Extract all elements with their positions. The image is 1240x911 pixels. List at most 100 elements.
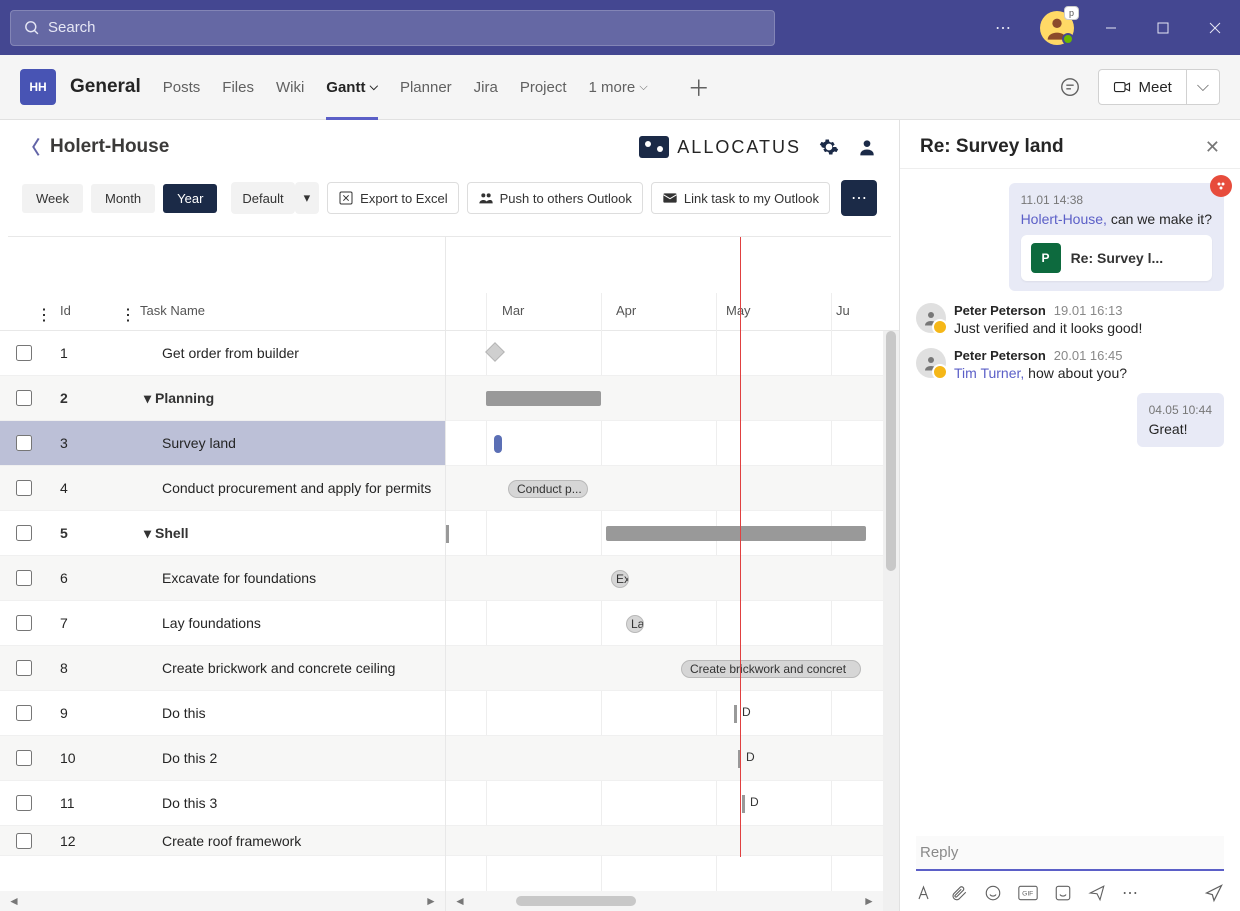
row-checkbox[interactable] bbox=[16, 480, 32, 496]
settings-button[interactable] bbox=[819, 137, 839, 157]
task-card[interactable]: P Re: Survey l... bbox=[1021, 235, 1212, 281]
export-excel-button[interactable]: Export to Excel bbox=[327, 182, 458, 214]
meet-button[interactable]: Meet bbox=[1099, 70, 1186, 104]
chat-message-self[interactable]: 04.05 10:44 Great! bbox=[1137, 393, 1224, 447]
format-icon[interactable] bbox=[916, 884, 934, 902]
column-id-header[interactable]: Id bbox=[48, 303, 128, 318]
table-row[interactable]: 6Excavate for foundations bbox=[0, 556, 445, 601]
chat-message[interactable]: Peter Peterson20.01 16:45 Tim Turner, ho… bbox=[916, 348, 1224, 381]
timeline-row[interactable]: La bbox=[446, 601, 899, 646]
column-menu-id[interactable]: ⋮ bbox=[120, 305, 136, 325]
table-row[interactable]: 12Create roof framework bbox=[0, 826, 445, 856]
chat-message[interactable]: Peter Peterson19.01 16:13 Just verified … bbox=[916, 303, 1224, 336]
summary-bar[interactable] bbox=[486, 391, 601, 406]
task-bar[interactable]: Ex bbox=[611, 570, 629, 588]
toolbar-more-button[interactable]: ⋯ bbox=[841, 180, 877, 216]
tab-planner[interactable]: Planner bbox=[400, 55, 452, 119]
user-avatar[interactable]: p bbox=[1040, 11, 1074, 45]
tab-gantt[interactable]: Gantt ⌵ bbox=[326, 55, 378, 119]
scroll-left-icon[interactable]: ◄ bbox=[452, 893, 468, 909]
compose-more-icon[interactable]: ⋯ bbox=[1122, 883, 1138, 903]
task-bar[interactable]: Create brickwork and concret bbox=[681, 660, 861, 678]
timeline-row[interactable] bbox=[446, 826, 899, 856]
timeline-vscroll[interactable] bbox=[883, 331, 899, 911]
search-input[interactable] bbox=[48, 19, 762, 36]
timeline-row[interactable]: D bbox=[446, 781, 899, 826]
table-row[interactable]: 5▾Shell bbox=[0, 511, 445, 556]
timeline-row[interactable] bbox=[446, 511, 899, 556]
view-year-button[interactable]: Year bbox=[163, 184, 217, 213]
row-checkbox[interactable] bbox=[16, 435, 32, 451]
timeline-row[interactable]: Ex bbox=[446, 556, 899, 601]
row-checkbox[interactable] bbox=[16, 750, 32, 766]
back-button[interactable]: 〈 bbox=[22, 134, 40, 160]
tab-project[interactable]: Project bbox=[520, 55, 567, 119]
zoom-dropdown[interactable]: ▾ bbox=[295, 182, 320, 214]
add-tab-button[interactable]: ＋ bbox=[688, 71, 710, 103]
row-checkbox[interactable] bbox=[16, 795, 32, 811]
send-button[interactable] bbox=[1204, 883, 1224, 903]
row-checkbox[interactable] bbox=[16, 570, 32, 586]
scroll-right-icon[interactable]: ► bbox=[861, 893, 877, 909]
column-task-header[interactable]: Task Name bbox=[128, 303, 445, 318]
table-row[interactable]: 8Create brickwork and concrete ceiling bbox=[0, 646, 445, 691]
row-checkbox[interactable] bbox=[16, 833, 32, 849]
gif-icon[interactable]: GIF bbox=[1018, 885, 1038, 901]
message-avatar[interactable] bbox=[916, 303, 946, 333]
table-row[interactable]: 11Do this 3 bbox=[0, 781, 445, 826]
view-week-button[interactable]: Week bbox=[22, 184, 83, 213]
tab-posts[interactable]: Posts bbox=[163, 55, 201, 119]
collapse-icon[interactable]: ▾ bbox=[144, 390, 151, 407]
schedule-icon[interactable] bbox=[1088, 884, 1106, 902]
scroll-right-icon[interactable]: ► bbox=[423, 893, 439, 909]
row-checkbox[interactable] bbox=[16, 390, 32, 406]
close-conversation-button[interactable]: ✕ bbox=[1205, 137, 1220, 158]
emoji-icon[interactable] bbox=[984, 884, 1002, 902]
reply-input[interactable] bbox=[916, 836, 1224, 871]
timeline-hscroll[interactable]: ◄ ► bbox=[446, 891, 883, 911]
link-outlook-button[interactable]: Link task to my Outlook bbox=[651, 182, 830, 214]
team-avatar[interactable]: HH bbox=[20, 69, 56, 105]
gantt-timeline[interactable]: Mar Apr May Ju Conduct p... Ex La Create… bbox=[446, 237, 899, 911]
scroll-left-icon[interactable]: ◄ bbox=[6, 893, 22, 909]
timeline-row[interactable] bbox=[446, 331, 899, 376]
task-bar[interactable]: Conduct p... bbox=[508, 480, 588, 498]
more-icon[interactable]: ⋯ bbox=[988, 13, 1018, 43]
row-checkbox[interactable] bbox=[16, 660, 32, 676]
collapse-icon[interactable]: ▾ bbox=[144, 525, 151, 542]
maximize-button[interactable] bbox=[1148, 13, 1178, 43]
channel-mention[interactable]: Holert-House, bbox=[1021, 211, 1107, 227]
timeline-row[interactable]: Create brickwork and concret bbox=[446, 646, 899, 691]
table-row[interactable]: 2▾Planning bbox=[0, 376, 445, 421]
view-month-button[interactable]: Month bbox=[91, 184, 155, 213]
teams-reaction-icon[interactable] bbox=[1210, 175, 1232, 197]
minimize-button[interactable] bbox=[1096, 13, 1126, 43]
close-button[interactable] bbox=[1200, 13, 1230, 43]
table-hscroll[interactable]: ◄ ► bbox=[0, 891, 445, 911]
message-avatar[interactable] bbox=[916, 348, 946, 378]
table-row[interactable]: 9Do this bbox=[0, 691, 445, 736]
tab-more[interactable]: 1 more ⌵ bbox=[589, 55, 648, 119]
column-menu-checkbox[interactable]: ⋮ bbox=[36, 305, 52, 325]
timeline-row[interactable]: D bbox=[446, 736, 899, 781]
timeline-row[interactable]: D bbox=[446, 691, 899, 736]
timeline-row[interactable]: Conduct p... bbox=[446, 466, 899, 511]
timeline-row[interactable] bbox=[446, 376, 899, 421]
tab-files[interactable]: Files bbox=[222, 55, 254, 119]
sticker-icon[interactable] bbox=[1054, 884, 1072, 902]
tab-jira[interactable]: Jira bbox=[474, 55, 498, 119]
row-checkbox[interactable] bbox=[16, 345, 32, 361]
search-box[interactable] bbox=[10, 10, 775, 46]
table-row[interactable]: 1Get order from builder bbox=[0, 331, 445, 376]
task-bar[interactable] bbox=[494, 435, 502, 453]
tab-wiki[interactable]: Wiki bbox=[276, 55, 304, 119]
toggle-conversation-button[interactable] bbox=[1052, 69, 1088, 105]
attach-icon[interactable] bbox=[950, 884, 968, 902]
row-checkbox[interactable] bbox=[16, 705, 32, 721]
table-row-selected[interactable]: 3Survey land bbox=[0, 421, 445, 466]
table-row[interactable]: 10Do this 2 bbox=[0, 736, 445, 781]
summary-bar[interactable] bbox=[606, 526, 866, 541]
row-checkbox[interactable] bbox=[16, 615, 32, 631]
chat-message-self[interactable]: 11.01 14:38 Holert-House, can we make it… bbox=[1009, 183, 1224, 291]
timeline-row[interactable] bbox=[446, 421, 899, 466]
